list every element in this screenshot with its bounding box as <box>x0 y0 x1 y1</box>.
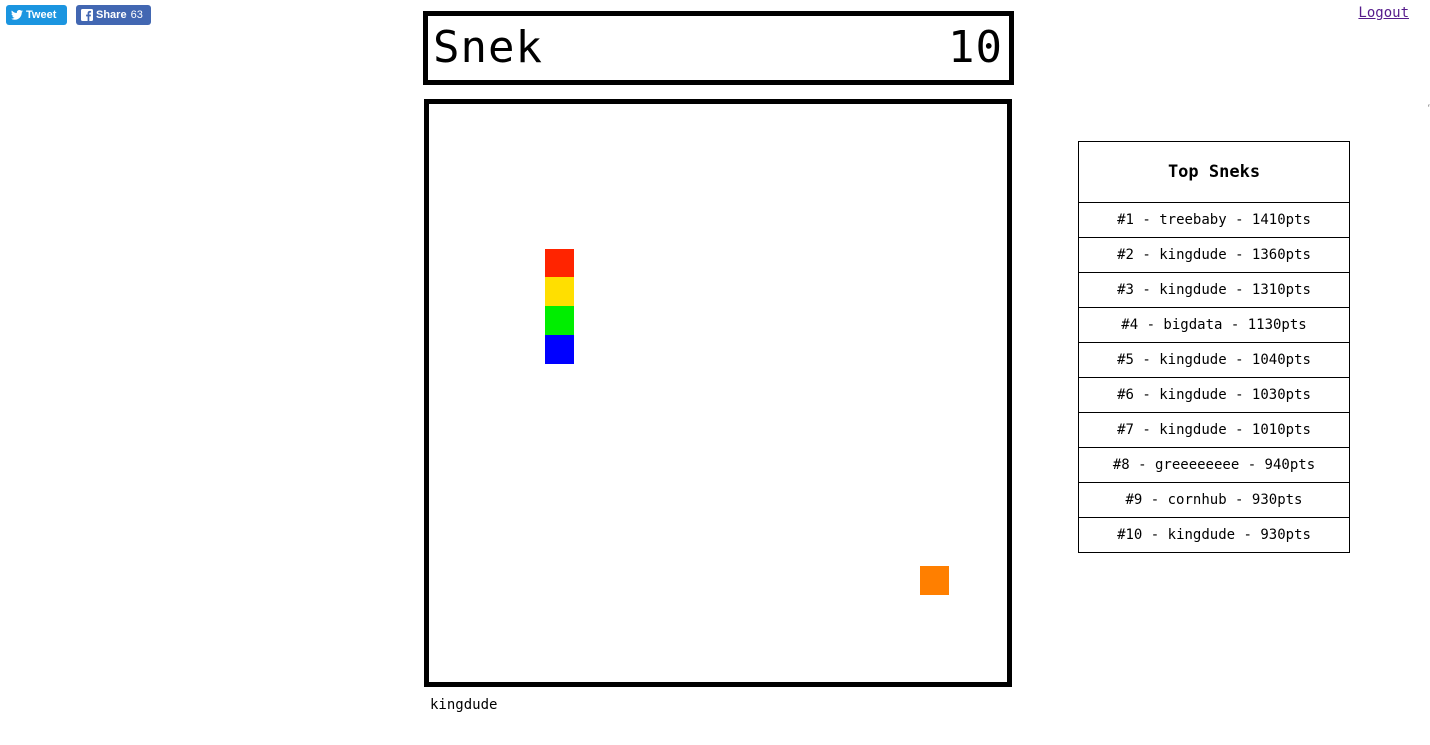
food-pellet <box>920 566 950 596</box>
share-count: 63 <box>130 9 143 21</box>
leaderboard-entry: #10 - kingdude - 930pts <box>1117 527 1311 543</box>
leaderboard-title: Top Sneks <box>1079 142 1349 203</box>
leaderboard-entry: #4 - bigdata - 1130pts <box>1079 308 1349 343</box>
leaderboard-entry: #6 - kingdude - 1030pts <box>1079 378 1349 413</box>
game-header: Snek 10 <box>423 11 1014 85</box>
twitter-bird-icon <box>11 10 23 20</box>
tweet-label: Tweet <box>26 9 57 21</box>
leaderboard: Top Sneks #1 - treebaby - 1410pts #2 - ki… <box>1078 141 1350 553</box>
leaderboard-entry: #7 - kingdude - 1010pts <box>1079 413 1349 448</box>
snake-segment <box>544 306 574 336</box>
player-name: kingdude <box>430 697 498 713</box>
score-display: 10 <box>948 22 1003 73</box>
logout-link[interactable]: Logout <box>1358 5 1409 21</box>
edge-mark: ‘ <box>1426 104 1430 114</box>
share-label: Share <box>96 9 127 21</box>
snake-segment <box>544 277 574 307</box>
snake-head <box>544 248 574 278</box>
leaderboard-entry: #9 - cornhub - 930pts <box>1079 483 1349 518</box>
game-board[interactable] <box>424 99 1012 687</box>
tweet-button[interactable]: Tweet <box>6 5 67 25</box>
leaderboard-entry: #5 - kingdude - 1040pts <box>1079 343 1349 378</box>
leaderboard-entry: #1 - treebaby - 1410pts <box>1079 203 1349 238</box>
leaderboard-entry: #3 - kingdude - 1310pts <box>1079 273 1349 308</box>
facebook-icon <box>81 9 93 21</box>
game-title: Snek <box>433 22 543 73</box>
facebook-share-button[interactable]: Share 63 <box>76 5 151 25</box>
snake-segment <box>544 335 574 365</box>
page: Tweet Share 63 Logout Snek 10 kingdude T… <box>0 0 1430 745</box>
leaderboard-entry: #8 - greeeeeeee - 940pts <box>1079 448 1349 483</box>
leaderboard-entry: #2 - kingdude - 1360pts <box>1079 238 1349 273</box>
